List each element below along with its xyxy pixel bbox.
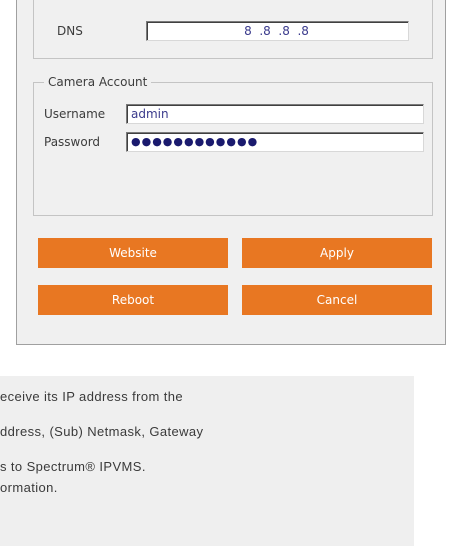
apply-button[interactable]: Apply [242,238,432,268]
instruction-line: ormation. [0,480,58,495]
camera-account-legend: Camera Account [44,74,152,90]
network-settings-group: DNS [33,0,433,59]
dns-field[interactable] [146,21,409,41]
password-field[interactable]: ●●●●●●●●●●●● [126,132,424,152]
instruction-line: eceive its IP address from the [0,389,184,404]
dns-label: DNS [57,24,83,38]
username-field[interactable] [126,104,424,124]
instruction-line: ddress, (Sub) Netmask, Gateway [0,424,204,439]
username-label: Username [44,107,106,121]
camera-settings-dialog: DNS Camera Account Username Password ●●●… [16,0,446,345]
website-button[interactable]: Website [38,238,228,268]
instructions-box: eceive its IP address from the ddress, (… [0,376,414,546]
instruction-line: s to Spectrum® IPVMS. [0,459,146,474]
reboot-button[interactable]: Reboot [38,285,228,315]
password-label: Password [44,135,101,149]
cancel-button[interactable]: Cancel [242,285,432,315]
camera-account-group: Camera Account Username Password ●●●●●●●… [33,74,433,216]
